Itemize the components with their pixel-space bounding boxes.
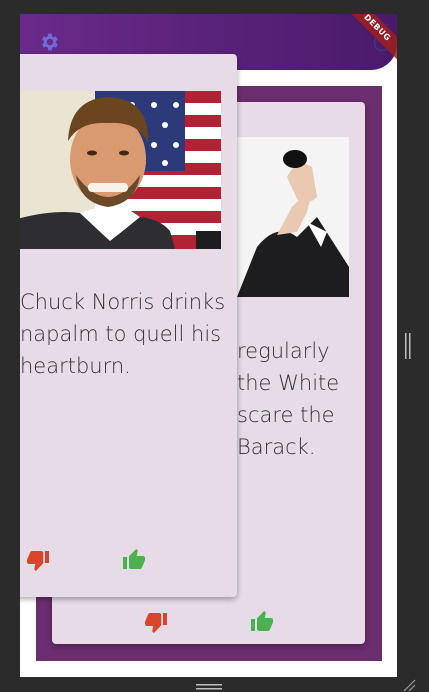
gear-icon[interactable] xyxy=(38,31,60,53)
resize-grip-icon[interactable] xyxy=(402,678,416,692)
window-resize-handle[interactable] xyxy=(404,333,412,359)
thumb-up-icon[interactable] xyxy=(122,548,146,572)
debug-banner: DEBUG xyxy=(335,14,397,70)
emulator-top-frame xyxy=(0,0,429,14)
joke-card-front[interactable]: Chuck Norris drinks napalm to quell his … xyxy=(20,54,237,597)
thumb-down-icon[interactable] xyxy=(26,548,50,572)
joke-text: regularly the White scare the Barack. xyxy=(237,339,340,459)
thumb-down-icon[interactable] xyxy=(144,610,168,634)
joke-photo xyxy=(20,91,221,249)
joke-text: Chuck Norris drinks napalm to quell his … xyxy=(20,290,226,378)
thumb-up-icon[interactable] xyxy=(250,610,274,634)
device-screen: DEBUG regularly the White scare the Bara… xyxy=(20,14,397,677)
drag-handle-icon[interactable] xyxy=(196,684,222,690)
